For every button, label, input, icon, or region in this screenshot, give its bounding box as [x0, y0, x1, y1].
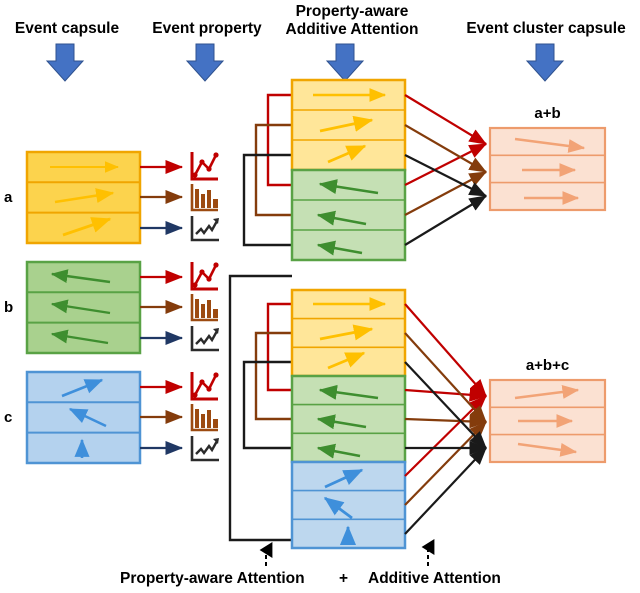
- connector-b-to-properties: [140, 269, 184, 346]
- attention-fanout-abc: [404, 303, 488, 535]
- event-capsule-a[interactable]: [25, 150, 142, 245]
- line-chart-icon: [190, 262, 219, 291]
- recurrent-loops-top: [242, 93, 292, 247]
- diagram-canvas: Event capsule Event property Property-aw…: [0, 0, 640, 593]
- header-down-arrow-4: [525, 43, 565, 82]
- connector-c-to-properties: [140, 379, 184, 456]
- header-down-arrow-2: [185, 43, 225, 82]
- diagram-graphics: [25, 43, 607, 566]
- trend-chart-icon: [190, 436, 219, 462]
- event-cluster-capsule-abc[interactable]: [488, 378, 607, 464]
- line-chart-icon: [190, 372, 219, 401]
- attention-stack-abc[interactable]: [290, 288, 407, 550]
- trend-chart-icon: [190, 216, 219, 242]
- property-icons-c: [190, 372, 219, 462]
- header-down-arrow-3: [325, 43, 365, 82]
- attention-fanout-ab: [404, 94, 487, 246]
- header-down-arrow-1: [45, 43, 85, 82]
- recurrent-loops-bottom: [228, 274, 292, 542]
- event-capsule-b[interactable]: [25, 260, 142, 355]
- line-chart-icon: [190, 152, 219, 181]
- connector-a-to-properties: [140, 159, 184, 236]
- property-icons-a: [190, 152, 219, 242]
- event-capsule-c[interactable]: [25, 370, 142, 465]
- bar-chart-icon: [190, 404, 218, 432]
- event-cluster-capsule-ab[interactable]: [488, 126, 607, 212]
- bar-chart-icon: [190, 184, 218, 212]
- bar-chart-icon: [190, 294, 218, 322]
- attention-stack-ab[interactable]: [290, 78, 407, 262]
- trend-chart-icon: [190, 326, 219, 352]
- property-icons-b: [190, 262, 219, 352]
